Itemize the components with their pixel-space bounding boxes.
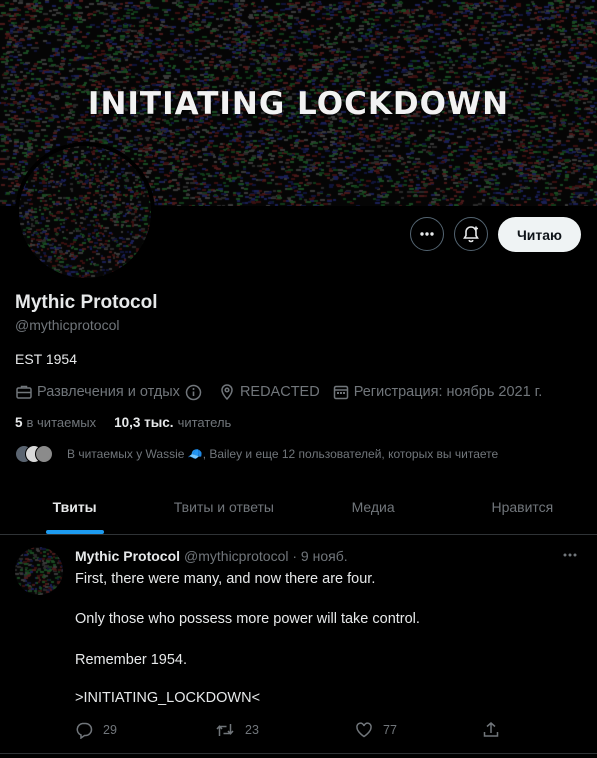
profile-name: Mythic Protocol [15,292,158,313]
tweet-text-line: Remember 1954. [75,652,188,668]
tweet-avatar-image [15,547,63,595]
tweet-avatar[interactable] [15,547,63,595]
followed-by-text: В читаемых у Wassie 🧢, Bailey и еще 12 п… [67,447,499,461]
location-pin-icon [221,384,233,401]
profile-bio: EST 1954 [15,351,78,367]
share-button[interactable] [482,721,500,744]
tweet-author[interactable]: Mythic Protocol [75,548,180,564]
tab-label: Медиа [351,499,395,515]
retweet-count: 23 [245,723,259,737]
followers-label: читатель [177,415,232,430]
tweet-text-line: >INITIATING_LOCKDOWN< [75,690,261,706]
retweet-icon [216,724,234,736]
followers-stat[interactable]: 10,3 тыс. читатель [114,415,231,430]
joined-label: Регистрация: ноябрь 2021 г. [353,384,543,400]
active-tab-indicator [45,530,104,534]
tab-label: Нравится [491,499,554,515]
more-button[interactable] [410,217,444,251]
tab-tweets[interactable]: Твиты [0,480,149,534]
like-count: 77 [383,723,397,737]
following-count: 5 [15,415,23,430]
like-button[interactable]: 77 [355,721,495,739]
profile-tabs: Твиты Твиты и ответы Медиа Нравится [0,480,597,535]
category-label: Развлечения и отдых [37,384,180,400]
tweet-text-line: Only those who possess more power will t… [75,611,420,627]
avatar-noise-image [19,146,151,278]
more-icon [563,553,577,557]
tab-label: Твиты и ответы [173,499,274,515]
more-icon [420,232,434,236]
tweet-header: Mythic Protocol @mythicprotocol · 9 нояб… [75,548,348,564]
profile-stats: 5в читаемых 10,3 тыс. читатель [15,415,249,430]
tweet-text-line: First, there were many, and now there ar… [75,571,376,587]
location-item: REDACTED [218,383,320,401]
briefcase-icon [16,385,32,399]
tab-likes[interactable]: Нравится [448,480,597,534]
location-label: REDACTED [239,384,320,400]
tweet[interactable]: Mythic Protocol @mythicprotocol · 9 нояб… [0,535,597,754]
share-icon [483,722,499,737]
tab-label: Твиты [52,499,97,515]
tab-tweets-and-replies[interactable]: Твиты и ответы [149,480,298,534]
reply-icon [76,722,93,739]
banner-title: INITIATING LOCKDOWN [87,86,510,122]
notifications-button[interactable] [454,217,488,251]
notification-bell-icon [463,226,479,243]
category-item: Развлечения и отдых [15,383,206,401]
like-icon [356,722,372,738]
profile-avatar[interactable] [15,142,155,282]
tweet-handle-time[interactable]: @mythicprotocol · 9 нояб. [184,548,348,564]
following-stat[interactable]: 5в читаемых [15,415,96,430]
tweet-more-button[interactable] [561,546,579,569]
profile-handle: @mythicprotocol [15,317,120,333]
following-label: в читаемых [26,415,97,430]
reply-count: 29 [103,723,117,737]
followed-by-row[interactable]: В читаемых у Wassie 🧢, Bailey и еще 12 п… [15,444,498,464]
profile-meta: Развлечения и отдых REDACTED Регистрация… [15,383,554,401]
joined-item: Регистрация: ноябрь 2021 г. [332,383,543,401]
retweet-button[interactable]: 23 [215,721,355,739]
calendar-icon [333,385,348,400]
followers-count: 10,3 тыс. [114,415,174,430]
reply-button[interactable]: 29 [75,721,215,739]
tab-media[interactable]: Медиа [299,480,448,534]
tweet-actions: 29 23 77 [75,721,505,739]
following-button[interactable]: Читаю [498,217,581,252]
follower-avatar [35,445,53,463]
info-icon[interactable] [185,384,202,401]
